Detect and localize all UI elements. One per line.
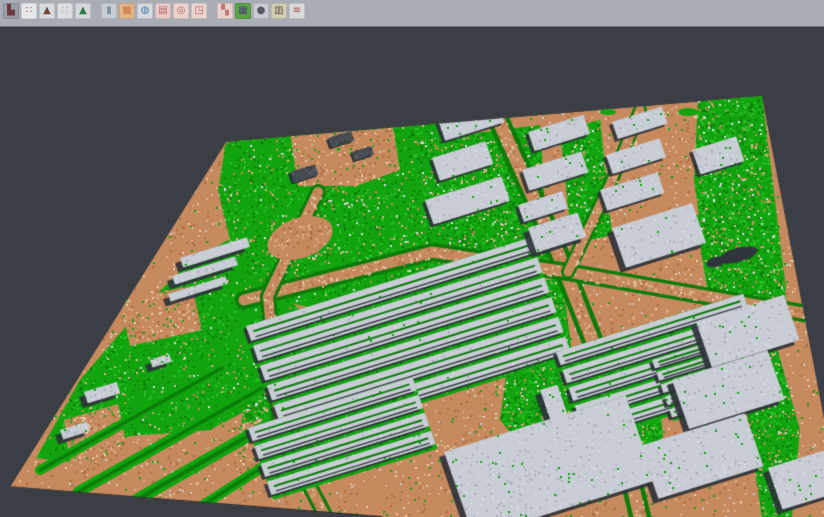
point-cloud-icon[interactable]: ∷	[21, 3, 37, 19]
orange-tile-icon[interactable]: ■	[119, 3, 135, 19]
zoom-extent-icon[interactable]: ◳	[191, 3, 207, 19]
terrain-green-icon[interactable]: ▲	[75, 3, 91, 19]
sphere-render-icon[interactable]: ●	[253, 3, 269, 19]
profile-view-icon[interactable]: ▮	[101, 3, 117, 19]
target-ring-icon[interactable]: ◎	[173, 3, 189, 19]
toolbar: ▙∷▲∷▲▮■◍▤◎◳▚▦●▥≡	[0, 0, 824, 27]
terrain-brown-icon[interactable]: ▲	[39, 3, 55, 19]
measure-bars-icon[interactable]: ≡	[289, 3, 305, 19]
point-cloud-3d-viewport[interactable]	[0, 0, 824, 517]
globe-icon[interactable]: ◍	[137, 3, 153, 19]
coordinates-table-icon[interactable]: ▥	[271, 3, 287, 19]
layer-list-icon[interactable]: ▤	[155, 3, 171, 19]
grid-select-icon[interactable]: ▚	[217, 3, 233, 19]
classification-colors-icon[interactable]: ▦	[235, 3, 251, 19]
sparse-points-icon[interactable]: ∷	[57, 3, 73, 19]
dark-model-icon[interactable]: ▙	[3, 3, 19, 19]
